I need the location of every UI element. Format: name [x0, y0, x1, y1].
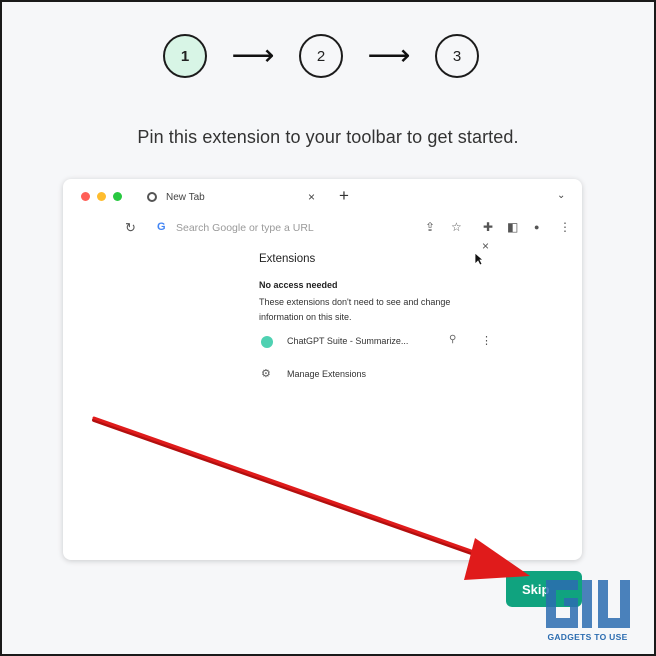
chrome-icon [147, 192, 157, 202]
chevron-down-icon: ⌄ [557, 190, 566, 201]
step-arrow-icon: ⟶ [367, 39, 411, 72]
manage-extensions: ⚙ Manage Extensions [259, 367, 459, 385]
no-access-heading: No access needed [259, 280, 338, 290]
new-tab-icon: + [339, 186, 349, 205]
watermark-text: GADGETS TO USE [547, 632, 628, 642]
mouse-cursor-icon [474, 252, 484, 266]
no-access-description: These extensions don't need to see and c… [259, 297, 451, 322]
star-icon: ☆ [451, 220, 462, 234]
browser-mockup: New Tab × + ⌄ ↻ G Search Google or type … [63, 179, 582, 560]
close-icon: × [482, 239, 490, 253]
address-bar: ↻ G Search Google or type a URL ⇪ ☆ ✚ ◧ … [63, 215, 582, 241]
browser-tabbar: New Tab × + ⌄ [63, 179, 582, 215]
gadgets-logo-icon [546, 580, 630, 628]
progress-stepper: 1 ⟶ 2 ⟶ 3 [163, 34, 479, 78]
manage-extensions-label: Manage Extensions [287, 369, 367, 379]
menu-icon: ⋮ [559, 220, 571, 234]
tab-title: New Tab [166, 192, 205, 203]
address-placeholder: Search Google or type a URL [176, 222, 314, 234]
extension-name: ChatGPT Suite - Summarize... [287, 336, 409, 346]
pin-icon: ⚲ [449, 334, 457, 345]
chatgpt-suite-icon [261, 336, 273, 348]
more-options-icon: ⋮ [481, 335, 492, 347]
step-3: 3 [435, 34, 479, 78]
gadgets-to-use-watermark: GADGETS TO USE [540, 578, 635, 648]
puzzle-icon: ✚ [483, 220, 494, 234]
tab-close-icon: × [308, 190, 316, 204]
instruction-headline: Pin this extension to your toolbar to ge… [137, 127, 519, 147]
onboarding-page: 1 ⟶ 2 ⟶ 3 Pin this extension to your too… [0, 0, 656, 656]
extensions-popup: × Extensions No access needed These exte… [245, 239, 505, 393]
extensions-title: Extensions [259, 253, 316, 265]
profile-icon: ● [534, 222, 540, 232]
step-2: 2 [299, 34, 343, 78]
window-minimize-dot [97, 192, 106, 201]
reload-icon: ↻ [125, 220, 136, 235]
google-icon: G [157, 221, 166, 233]
window-close-dot [81, 192, 90, 201]
extension-item: ChatGPT Suite - Summarize... ⚲ ⋮ [259, 334, 499, 352]
window-maximize-dot [113, 192, 122, 201]
share-icon: ⇪ [425, 220, 436, 234]
step-arrow-icon: ⟶ [231, 39, 275, 72]
step-1: 1 [163, 34, 207, 78]
sidepanel-icon: ◧ [507, 220, 519, 234]
gear-icon: ⚙ [261, 368, 271, 380]
